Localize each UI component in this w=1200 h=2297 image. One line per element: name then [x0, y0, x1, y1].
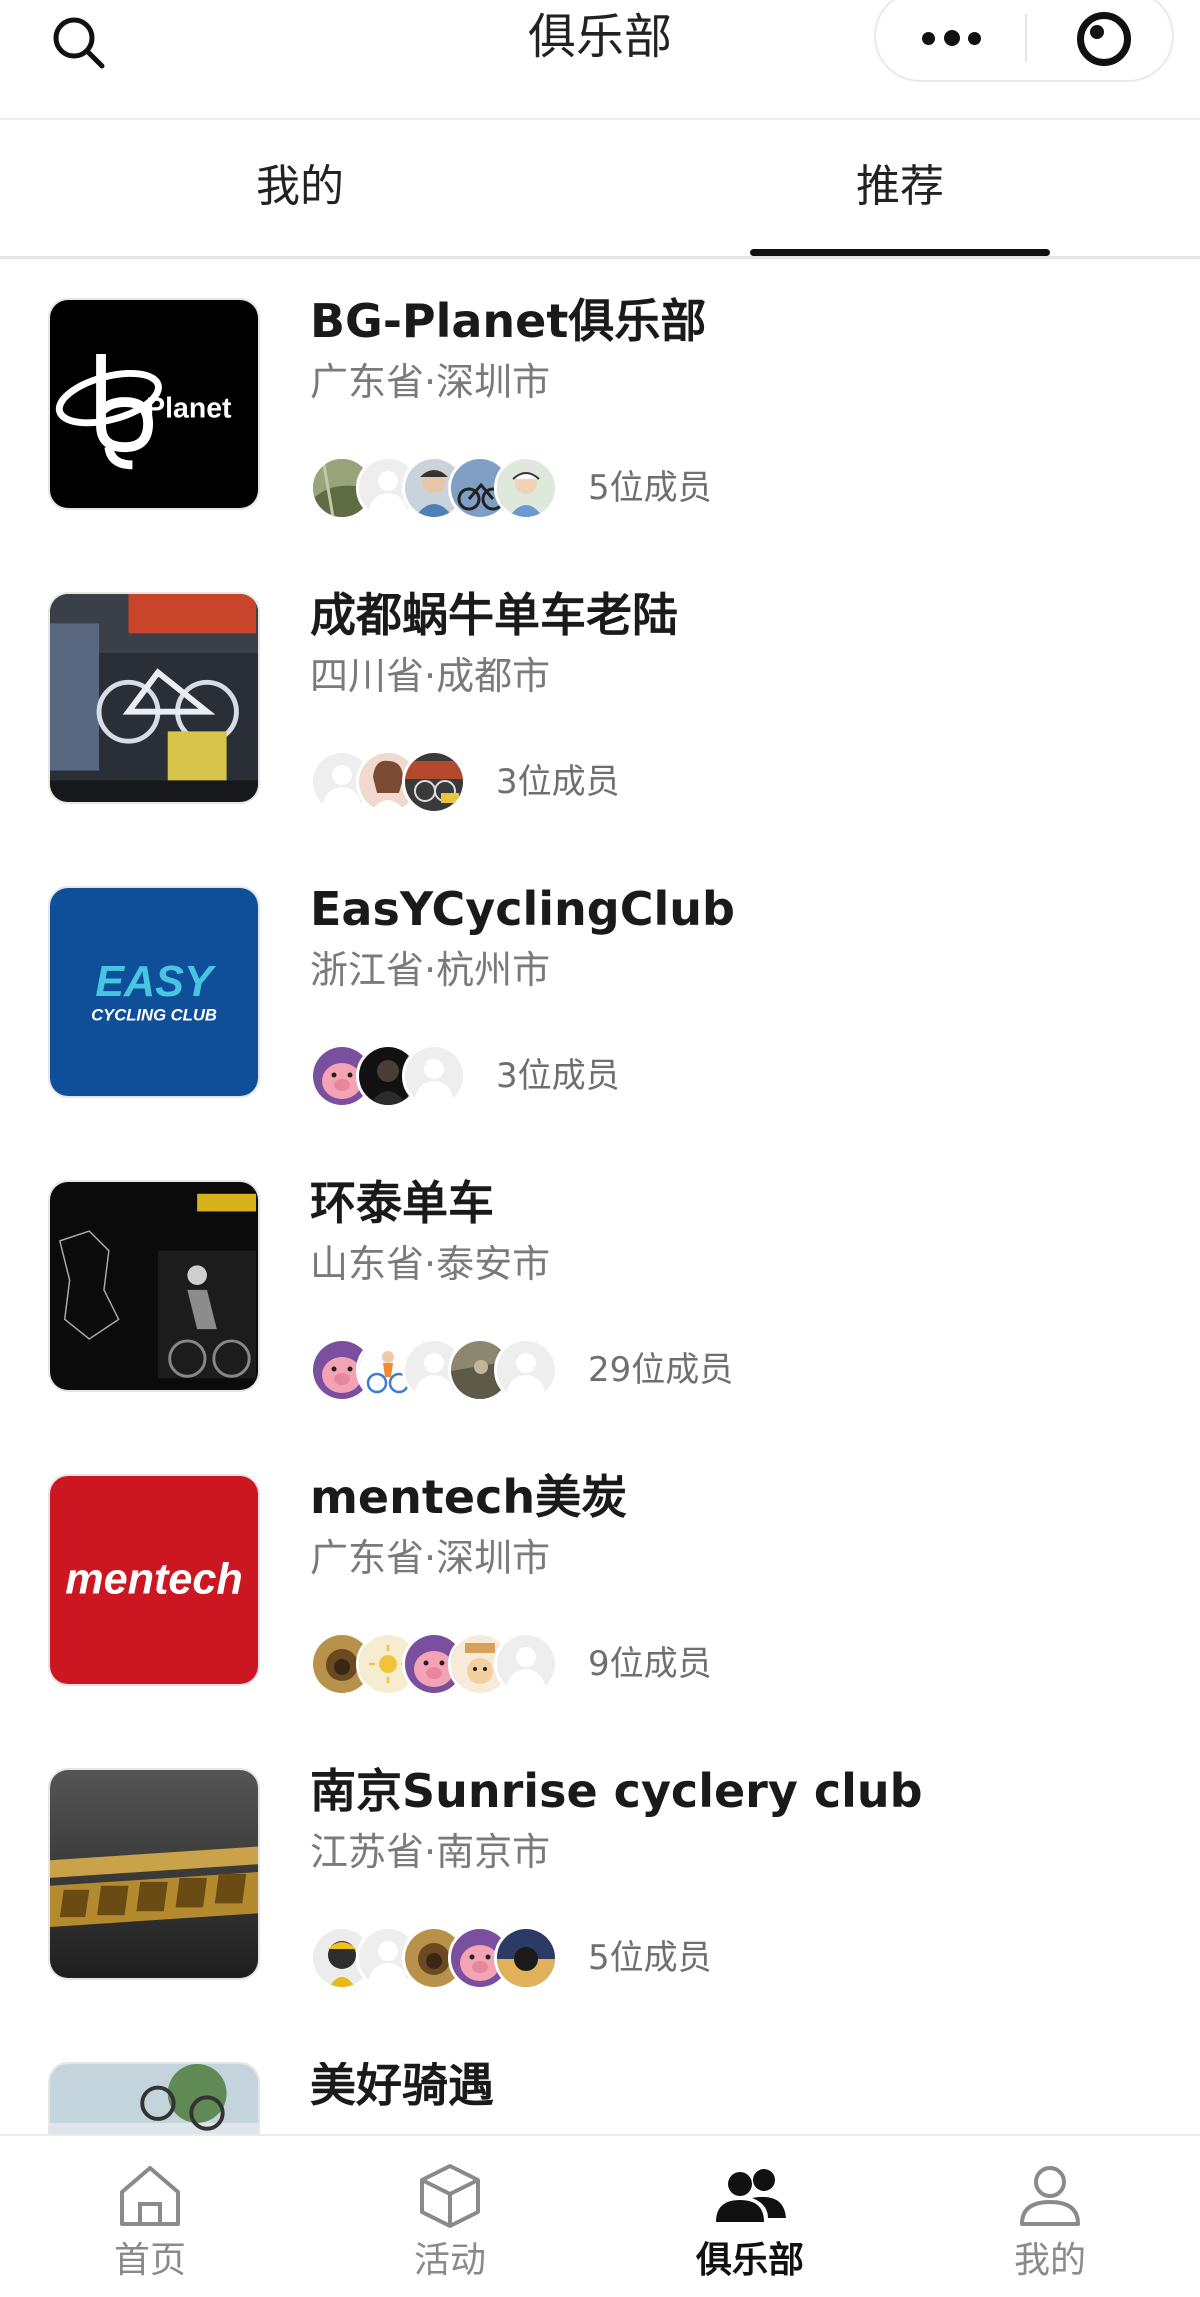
avatar [402, 750, 466, 814]
club-location: 浙江省·杭州市 [310, 948, 551, 992]
tab-mine[interactable]: 我的 [0, 118, 600, 256]
club-logo-photo [48, 1180, 260, 1392]
club-list-item[interactable]: 美好骑遇 [0, 2062, 1200, 2134]
club-list-item[interactable]: 南京Sunrise cyclery club 江苏省·南京市 5位成员 [0, 1764, 1200, 2062]
club-logo-photo [48, 2062, 260, 2134]
club-location: 四川省·成都市 [310, 654, 551, 698]
person-icon [1020, 2166, 1080, 2226]
club-name: EasYCyclingClub [310, 882, 735, 936]
svg-text:mentech: mentech [65, 1556, 242, 1604]
club-logo [48, 1768, 260, 1980]
nav-clubs-label: 俱乐部 [695, 2240, 804, 2281]
club-location: 广东省·深圳市 [310, 360, 551, 404]
club-list-item[interactable]: mentech mentech美炭 广东省·深圳市 9位成员 [0, 1470, 1200, 1768]
nav-clubs[interactable]: 俱乐部 [600, 2136, 900, 2297]
avatar-placeholder [402, 1044, 466, 1108]
group-icon [716, 2169, 786, 2222]
club-list-item[interactable]: 成都蜗牛单车老陆 四川省·成都市 3位成员 [0, 588, 1200, 886]
nav-home[interactable]: 首页 [0, 2136, 300, 2297]
avatar-placeholder [494, 1338, 558, 1402]
club-location: 山东省·泰安市 [310, 1242, 551, 1286]
more-button[interactable] [876, 0, 1025, 80]
nav-home-label: 首页 [113, 2240, 186, 2281]
avatar [494, 456, 558, 520]
svg-text:EASY: EASY [95, 958, 217, 1006]
bottom-tab-bar: 首页 活动 俱乐部 我的 [0, 2134, 1200, 2297]
club-name: mentech美炭 [310, 1470, 628, 1524]
club-location: 广东省·深圳市 [310, 1536, 551, 1580]
member-count: 29位成员 [588, 1350, 734, 1390]
svg-text:CYCLING CLUB: CYCLING CLUB [91, 1005, 217, 1024]
member-count: 9位成员 [588, 1644, 712, 1684]
tab-recommend[interactable]: 推荐 [600, 118, 1200, 256]
club-name: BG-Planet俱乐部 [310, 294, 707, 348]
nav-me-label: 我的 [1013, 2240, 1086, 2281]
member-count: 5位成员 [588, 1938, 712, 1978]
club-list-item[interactable]: 环泰单车 山东省·泰安市 29位成员 [0, 1176, 1200, 1474]
member-count: 3位成员 [496, 762, 620, 802]
tab-active-indicator [750, 249, 1050, 256]
search-button[interactable] [46, 6, 116, 76]
club-location: 江苏省·南京市 [310, 1830, 551, 1874]
svg-text:Planet: Planet [146, 393, 232, 425]
club-name: 美好骑遇 [310, 2062, 494, 2112]
tab-bar: 我的 推荐 [0, 118, 1200, 259]
top-nav-bar: 俱乐部 [0, 0, 1200, 120]
cube-icon [420, 2164, 480, 2228]
club-logo: EASY CYCLING CLUB [48, 886, 260, 1098]
search-icon [53, 17, 105, 69]
club-logo: mentech [48, 1474, 260, 1686]
member-count: 5位成员 [588, 468, 712, 508]
avatar-placeholder [494, 1632, 558, 1696]
club-list-item[interactable]: EASY CYCLING CLUB EasYCyclingClub 浙江省·杭州… [0, 882, 1200, 1180]
avatar [494, 1926, 558, 1990]
club-name: 成都蜗牛单车老陆 [310, 588, 678, 642]
club-name: 南京Sunrise cyclery club [310, 1764, 923, 1818]
member-count: 3位成员 [496, 1056, 620, 1096]
mini-program-capsule [874, 0, 1174, 82]
club-logo-photo [48, 592, 260, 804]
nav-me[interactable]: 我的 [900, 2136, 1200, 2297]
close-button[interactable] [1027, 0, 1174, 80]
nav-activities[interactable]: 活动 [300, 2136, 600, 2297]
club-list-item[interactable]: Planet BG-Planet俱乐部 广东省·深圳市 5位成员 [0, 294, 1200, 592]
home-icon [120, 2166, 180, 2226]
club-name: 环泰单车 [310, 1176, 494, 1230]
club-logo: Planet [48, 298, 260, 510]
nav-activities-label: 活动 [413, 2240, 486, 2281]
